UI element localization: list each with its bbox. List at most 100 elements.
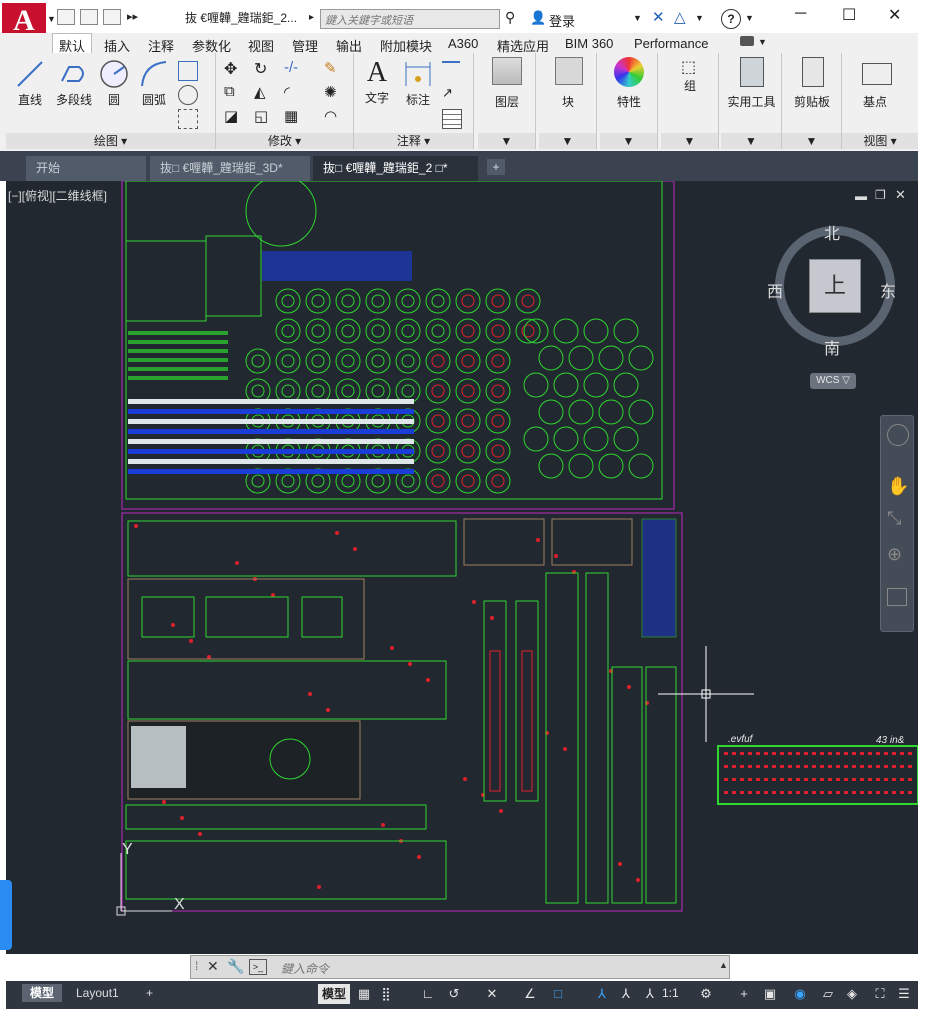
cmd-history-icon[interactable]: ▲: [719, 960, 728, 970]
exchange-icon[interactable]: ✕: [652, 8, 665, 26]
linear-dim-icon[interactable]: [442, 61, 460, 81]
showmotion-icon[interactable]: [887, 588, 907, 606]
snap-icon[interactable]: ⣿: [378, 986, 394, 1002]
viewcube-north[interactable]: 北: [824, 220, 840, 244]
model-space-button[interactable]: 模型: [318, 984, 351, 1004]
ortho-icon[interactable]: ∟: [420, 986, 436, 1002]
workspace-gear-icon[interactable]: ⚙: [698, 986, 714, 1002]
orbit-icon[interactable]: ⊕: [887, 544, 902, 565]
a360-dropdown-icon[interactable]: ▼: [695, 13, 704, 23]
tab-a360[interactable]: A360: [442, 35, 484, 52]
add-layout-icon[interactable]: +: [138, 984, 161, 1002]
annotation-scale-value[interactable]: 1:1: [662, 986, 679, 1000]
help-icon[interactable]: ?: [721, 9, 741, 29]
quick-properties-icon[interactable]: ◉: [792, 986, 808, 1002]
isolate-objects-icon[interactable]: ◈: [844, 986, 860, 1002]
auto-scale-icon[interactable]: ⅄: [618, 986, 634, 1002]
copy-icon[interactable]: ⧉: [224, 83, 235, 100]
cmd-close-icon[interactable]: ✕: [207, 958, 219, 975]
stretch-icon[interactable]: ◪: [224, 107, 238, 125]
help-dropdown-icon[interactable]: ▼: [745, 13, 754, 23]
draw-panel-title[interactable]: 绘图 ▾: [6, 133, 215, 149]
clipboard-panel[interactable]: 剪贴板 ▼: [782, 53, 842, 149]
layers-dropdown-icon[interactable]: ▼: [478, 133, 535, 149]
hatch-icon[interactable]: [178, 85, 198, 105]
properties-panel[interactable]: 特性 ▼: [600, 53, 658, 149]
dimension-button[interactable]: 标注: [398, 53, 438, 108]
tab-bim360[interactable]: BIM 360: [559, 35, 619, 52]
dyn-input-icon[interactable]: ∠: [522, 986, 538, 1002]
array-icon[interactable]: ▦: [284, 107, 298, 125]
zoom-extents-icon[interactable]: ⤡: [887, 508, 901, 529]
layers-panel[interactable]: 图层 ▼: [478, 53, 536, 149]
viewcube-top-face[interactable]: 上: [809, 259, 861, 313]
open-file-icon[interactable]: [80, 9, 98, 25]
groups-panel[interactable]: ⬚ 组 ▼: [661, 53, 719, 149]
cmd-grip-icon[interactable]: ⁞: [195, 959, 198, 973]
viewcube-south[interactable]: 南: [824, 335, 840, 359]
close-button[interactable]: ✕: [888, 5, 901, 25]
osnap-icon[interactable]: ✕: [484, 986, 500, 1002]
selection-cycling-icon[interactable]: □: [550, 986, 566, 1002]
boundary-icon[interactable]: [178, 109, 198, 129]
text-button[interactable]: A 文字: [356, 53, 398, 106]
fillet-icon[interactable]: ◜: [284, 83, 290, 101]
annotation-scale-icon[interactable]: ⅄: [642, 986, 658, 1002]
graphics-performance-icon[interactable]: ▱: [820, 986, 836, 1002]
tab-model[interactable]: 模型: [22, 984, 63, 1002]
login-button[interactable]: 登录: [549, 11, 575, 30]
annotation-monitor-icon[interactable]: +: [736, 986, 752, 1002]
minimize-button[interactable]: ─: [795, 5, 806, 23]
ribbon-options-icon[interactable]: ▼: [758, 37, 767, 47]
save-icon[interactable]: [103, 9, 121, 25]
mirror-icon[interactable]: ◭: [254, 83, 266, 101]
viewport-minimize-icon[interactable]: ▬: [855, 189, 867, 203]
wcs-menu[interactable]: WCS ▽: [810, 373, 856, 389]
tab-layout1[interactable]: Layout1: [68, 984, 127, 1002]
clean-screen-icon[interactable]: ⛶: [872, 986, 888, 1002]
polar-icon[interactable]: ↺: [446, 986, 462, 1002]
view-panel-title[interactable]: 视图 ▾: [842, 133, 918, 149]
cmd-prompt-icon[interactable]: >_: [249, 959, 267, 975]
base-view-icon[interactable]: [862, 63, 892, 85]
pan-icon[interactable]: ✋: [887, 476, 909, 497]
line-button[interactable]: 直线: [10, 53, 50, 108]
rotate-icon[interactable]: ↻: [254, 59, 267, 79]
annotation-panel-title[interactable]: 注释 ▾: [354, 133, 473, 149]
table-icon[interactable]: [442, 109, 462, 129]
circle-button[interactable]: 圆: [94, 53, 134, 108]
login-dropdown-icon[interactable]: ▼: [633, 13, 642, 23]
groups-dropdown-icon[interactable]: ▼: [661, 133, 718, 149]
viewport-close-icon[interactable]: ✕: [895, 187, 906, 203]
explode-icon[interactable]: ✺: [324, 83, 337, 101]
new-tab-icon[interactable]: +: [487, 159, 505, 175]
command-input[interactable]: 鍵入命令: [281, 960, 329, 977]
tab-default[interactable]: 默认: [52, 33, 93, 54]
tab-performance[interactable]: Performance: [628, 35, 714, 52]
erase-icon[interactable]: ✎: [324, 59, 337, 77]
tab-drawing-2[interactable]: 抜□ €喱韡_韙瑞鉅_2 □*: [313, 156, 478, 181]
grid-icon[interactable]: ▦: [356, 986, 372, 1002]
block-dropdown-icon[interactable]: ▼: [539, 133, 596, 149]
block-panel[interactable]: 块 ▼: [539, 53, 597, 149]
a360-icon[interactable]: △: [674, 8, 686, 26]
side-tab[interactable]: [0, 880, 12, 950]
arc-button[interactable]: 圆弧: [134, 53, 174, 108]
utilities-dropdown-icon[interactable]: ▼: [721, 133, 781, 149]
move-icon[interactable]: ✥: [224, 59, 237, 79]
leader-icon[interactable]: ↗: [442, 85, 453, 101]
tab-drawing-3d[interactable]: 抜□ €喱韡_韙瑞鉅_3D*: [150, 156, 310, 181]
customization-menu-icon[interactable]: ☰: [896, 986, 912, 1002]
properties-dropdown-icon[interactable]: ▼: [600, 133, 657, 149]
steering-wheel-icon[interactable]: [887, 424, 909, 446]
viewcube-west[interactable]: 西: [767, 278, 783, 302]
maximize-button[interactable]: ☐: [842, 5, 856, 25]
qa-more-icon[interactable]: ▸▸: [127, 10, 138, 23]
annotation-visibility-icon[interactable]: ⅄: [594, 986, 610, 1002]
rectangle-icon[interactable]: [178, 61, 198, 81]
viewcube-east[interactable]: 东: [880, 278, 896, 302]
search-input[interactable]: 鍵入关鍵字或短语: [320, 9, 500, 29]
utilities-panel[interactable]: 实用工具 ▼: [721, 53, 782, 149]
new-file-icon[interactable]: [57, 9, 75, 25]
offset-icon[interactable]: ◠: [324, 107, 337, 125]
